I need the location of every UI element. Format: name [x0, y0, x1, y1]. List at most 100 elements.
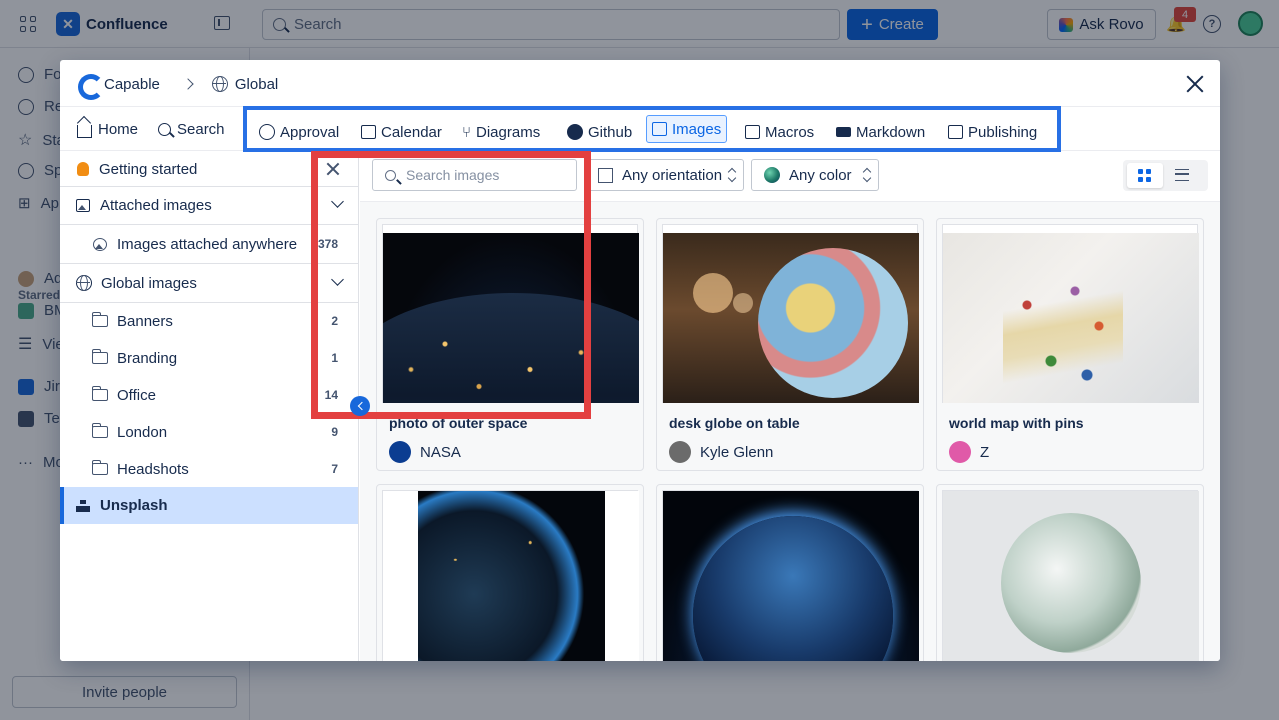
- image-browser: Search images Any orientation Any color …: [360, 152, 1220, 661]
- image-card[interactable]: world map with pins Z: [936, 218, 1204, 471]
- author-name: NASA: [420, 443, 461, 461]
- tab-label: Diagrams: [476, 123, 541, 141]
- globe-icon: [211, 76, 228, 92]
- folder-item[interactable]: Banners 2: [60, 303, 358, 339]
- color-value: Any color: [789, 166, 852, 184]
- image-thumbnail[interactable]: [943, 233, 1199, 403]
- breadcrumb-app[interactable]: Capable: [104, 76, 160, 93]
- folder-item[interactable]: Branding 1: [60, 340, 358, 376]
- search-button[interactable]: Search: [158, 118, 225, 140]
- unsplash-item[interactable]: Unsplash: [60, 487, 358, 524]
- global-images-header[interactable]: Global images: [60, 264, 358, 302]
- image-icon: [76, 199, 90, 212]
- capable-logo-icon: [76, 72, 104, 100]
- image-icon: [652, 122, 667, 136]
- home-label: Home: [98, 120, 139, 138]
- item-count: 9: [331, 425, 338, 439]
- nasa-avatar: [389, 441, 411, 463]
- folder-label: London: [117, 423, 168, 441]
- folder-item[interactable]: Headshots 7: [60, 451, 358, 487]
- image-thumbnail[interactable]: [663, 491, 919, 661]
- image-card[interactable]: [376, 484, 644, 661]
- tab-approval[interactable]: Approval: [259, 120, 339, 144]
- tab-calendar[interactable]: Calendar: [361, 120, 442, 144]
- search-images-input[interactable]: Search images: [372, 159, 577, 191]
- image-thumbnail[interactable]: [383, 491, 639, 661]
- check-circle-icon: [259, 124, 275, 140]
- calendar-icon: [361, 125, 376, 139]
- search-label: Search: [177, 120, 225, 138]
- collapse-sidebar-button[interactable]: [350, 396, 370, 416]
- tab-publishing[interactable]: Publishing: [948, 120, 1037, 144]
- folder-label: Branding: [117, 349, 178, 367]
- global-images-label: Global images: [101, 274, 197, 292]
- list-view-icon[interactable]: [1175, 169, 1189, 181]
- attached-images-label: Attached images: [100, 197, 212, 214]
- image-card[interactable]: [936, 484, 1204, 661]
- tab-markdown[interactable]: Markdown: [836, 120, 925, 144]
- image-author[interactable]: Kyle Glenn: [669, 441, 773, 463]
- image-frame: [382, 490, 639, 661]
- breadcrumb: Capable Global: [76, 72, 278, 100]
- image-author[interactable]: NASA: [389, 441, 461, 463]
- tab-label: Approval: [280, 123, 340, 141]
- author-avatar: [949, 441, 971, 463]
- author-name: Kyle Glenn: [700, 443, 774, 461]
- image-title: desk globe on table: [669, 415, 800, 431]
- attached-anywhere-label: Images attached anywhere: [117, 235, 298, 253]
- tab-label: Publishing: [968, 123, 1038, 141]
- filter-bar: Search images Any orientation Any color: [360, 152, 1220, 202]
- breadcrumb-scope[interactable]: Global: [235, 76, 278, 93]
- image-title: photo of outer space: [389, 415, 528, 431]
- folder-icon: [91, 349, 108, 364]
- image-thumbnail[interactable]: [663, 233, 919, 403]
- images-attached-anywhere-item[interactable]: Images attached anywhere 378: [60, 225, 358, 263]
- item-count: 2: [331, 314, 338, 328]
- orientation-select[interactable]: Any orientation: [585, 159, 744, 191]
- item-count: 378: [317, 237, 338, 251]
- home-button[interactable]: Home: [77, 118, 138, 140]
- folder-item[interactable]: London 9: [60, 414, 358, 450]
- image-frame: [662, 224, 919, 403]
- folder-item[interactable]: Office 14: [60, 377, 358, 413]
- image-thumbnail[interactable]: [383, 233, 639, 403]
- dismiss-icon[interactable]: [326, 162, 340, 176]
- item-count: 14: [324, 388, 338, 402]
- orientation-icon: [598, 167, 613, 183]
- tab-label: Github: [588, 123, 633, 141]
- select-arrows-icon: [729, 169, 735, 181]
- folder-icon: [91, 312, 108, 327]
- item-count: 7: [331, 462, 338, 476]
- color-select[interactable]: Any color: [751, 159, 879, 191]
- chevron-down-icon: [331, 195, 344, 208]
- grid-view-icon[interactable]: [1127, 163, 1163, 188]
- tab-macros[interactable]: Macros: [745, 120, 814, 144]
- tab-images[interactable]: Images: [646, 115, 728, 143]
- image-card[interactable]: [656, 484, 924, 661]
- diagram-icon: ⑂: [462, 123, 472, 141]
- globe-icon: [76, 275, 92, 291]
- search-icon: [385, 169, 396, 181]
- image-card[interactable]: desk globe on table Kyle Glenn: [656, 218, 924, 471]
- image-sources-sidebar: Getting started Attached images Images a…: [60, 152, 359, 661]
- image-card[interactable]: photo of outer space NASA: [376, 218, 644, 471]
- folder-label: Banners: [117, 312, 173, 330]
- chevron-right-icon: [182, 78, 194, 90]
- github-icon: [567, 124, 583, 140]
- image-author[interactable]: Z: [949, 441, 989, 463]
- markdown-icon: [836, 127, 851, 137]
- tab-github[interactable]: Github: [567, 120, 632, 144]
- macros-icon: [745, 125, 760, 139]
- folder-icon: [91, 423, 108, 438]
- image-thumbnail[interactable]: [943, 491, 1199, 661]
- publish-icon: [948, 125, 963, 139]
- close-icon[interactable]: [1184, 73, 1206, 95]
- attachment-icon: [93, 237, 107, 251]
- home-icon: [77, 124, 92, 138]
- view-toggle: [1123, 160, 1208, 191]
- attached-images-header[interactable]: Attached images: [60, 187, 358, 224]
- orientation-value: Any orientation: [622, 166, 723, 184]
- item-count: 1: [331, 351, 338, 365]
- getting-started-item[interactable]: Getting started: [60, 152, 358, 186]
- tab-diagrams[interactable]: ⑂ Diagrams: [462, 120, 540, 144]
